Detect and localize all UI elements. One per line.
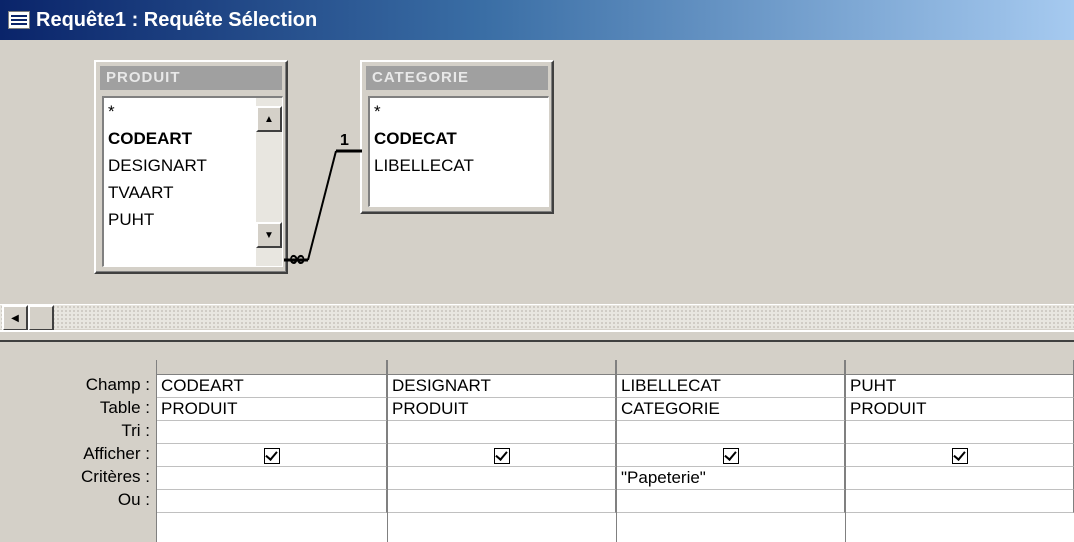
cell-table[interactable]: PRODUIT xyxy=(846,398,1074,421)
cell-champ[interactable]: PUHT xyxy=(846,375,1074,398)
cell-criteres[interactable] xyxy=(388,467,616,490)
show-checkbox[interactable] xyxy=(951,447,968,464)
cell-champ[interactable]: CODEART xyxy=(157,375,387,398)
show-checkbox[interactable] xyxy=(263,447,280,464)
relation-one-label: 1 xyxy=(340,132,349,149)
arrow-down-icon[interactable]: ▼ xyxy=(256,222,282,248)
cell-criteres[interactable] xyxy=(157,467,387,490)
query-window-icon xyxy=(8,11,30,29)
cell-tri[interactable] xyxy=(388,421,616,444)
cell-table[interactable]: CATEGORIE xyxy=(617,398,845,421)
row-label-afficher: Afficher : xyxy=(83,444,150,463)
query-grid[interactable]: Champ : Table : Tri : Afficher : Critère… xyxy=(0,342,1074,542)
cell-table[interactable]: PRODUIT xyxy=(388,398,616,421)
arrow-left-icon[interactable]: ◀ xyxy=(2,305,28,331)
row-label-tri: Tri : xyxy=(121,421,150,440)
cell-tri[interactable] xyxy=(617,421,845,444)
column-selector[interactable] xyxy=(157,360,387,375)
pane-splitter[interactable] xyxy=(0,330,1074,342)
cell-tri[interactable] xyxy=(157,421,387,444)
cell-ou[interactable] xyxy=(617,490,845,513)
cell-ou[interactable] xyxy=(388,490,616,513)
show-checkbox[interactable] xyxy=(722,447,739,464)
grid-column[interactable]: LIBELLECAT CATEGORIE "Papeterie" xyxy=(616,360,845,542)
table-produit[interactable]: PRODUIT * CODEART DESIGNART TVAART PUHT … xyxy=(94,60,288,274)
relationship-line[interactable]: 1 ∞ xyxy=(280,123,370,273)
table-produit-title[interactable]: PRODUIT xyxy=(100,66,282,90)
grid-column[interactable]: PUHT PRODUIT xyxy=(845,360,1074,542)
cell-tri[interactable] xyxy=(846,421,1074,444)
cell-ou[interactable] xyxy=(846,490,1074,513)
cell-champ[interactable]: DESIGNART xyxy=(388,375,616,398)
row-label-ou: Ou : xyxy=(117,490,150,509)
relation-many-label: ∞ xyxy=(288,247,306,272)
cell-champ[interactable]: LIBELLECAT xyxy=(617,375,845,398)
table-produit-fields[interactable]: * CODEART DESIGNART TVAART PUHT ▲ ▼ xyxy=(102,96,283,267)
row-label-table: Table : xyxy=(99,398,150,417)
field-list-scrollbar[interactable]: ▲ ▼ xyxy=(256,98,282,266)
column-selector[interactable] xyxy=(388,360,616,375)
design-area-scrollbar[interactable]: ◀ xyxy=(0,304,1074,331)
cell-afficher[interactable] xyxy=(846,444,1074,467)
window-title: Requête1 : Requête Sélection xyxy=(36,8,318,31)
row-label-champ: Champ : xyxy=(85,375,150,394)
show-checkbox[interactable] xyxy=(493,447,510,464)
window-titlebar[interactable]: Requête1 : Requête Sélection xyxy=(0,0,1074,40)
cell-table[interactable]: PRODUIT xyxy=(157,398,387,421)
cell-criteres[interactable]: "Papeterie" xyxy=(617,467,845,490)
arrow-up-icon[interactable]: ▲ xyxy=(256,106,282,132)
field-list-item[interactable]: LIBELLECAT xyxy=(370,152,548,179)
table-design-area[interactable]: PRODUIT * CODEART DESIGNART TVAART PUHT … xyxy=(0,43,1074,331)
cell-ou[interactable] xyxy=(157,490,387,513)
grid-column[interactable]: DESIGNART PRODUIT xyxy=(387,360,616,542)
row-label-criteres: Critères : xyxy=(81,467,150,486)
table-categorie-fields[interactable]: * CODECAT LIBELLECAT xyxy=(368,96,549,207)
table-categorie-title[interactable]: CATEGORIE xyxy=(366,66,548,90)
grid-column[interactable]: CODEART PRODUIT xyxy=(156,360,387,542)
cell-afficher[interactable] xyxy=(388,444,616,467)
field-list-item[interactable]: * xyxy=(370,98,548,125)
column-selector[interactable] xyxy=(846,360,1074,375)
cell-afficher[interactable] xyxy=(617,444,845,467)
field-list-item-key[interactable]: CODECAT xyxy=(370,125,548,152)
column-selector[interactable] xyxy=(617,360,845,375)
table-categorie[interactable]: CATEGORIE * CODECAT LIBELLECAT xyxy=(360,60,554,214)
cell-afficher[interactable] xyxy=(157,444,387,467)
scrollbar-thumb[interactable] xyxy=(28,305,54,331)
cell-criteres[interactable] xyxy=(846,467,1074,490)
